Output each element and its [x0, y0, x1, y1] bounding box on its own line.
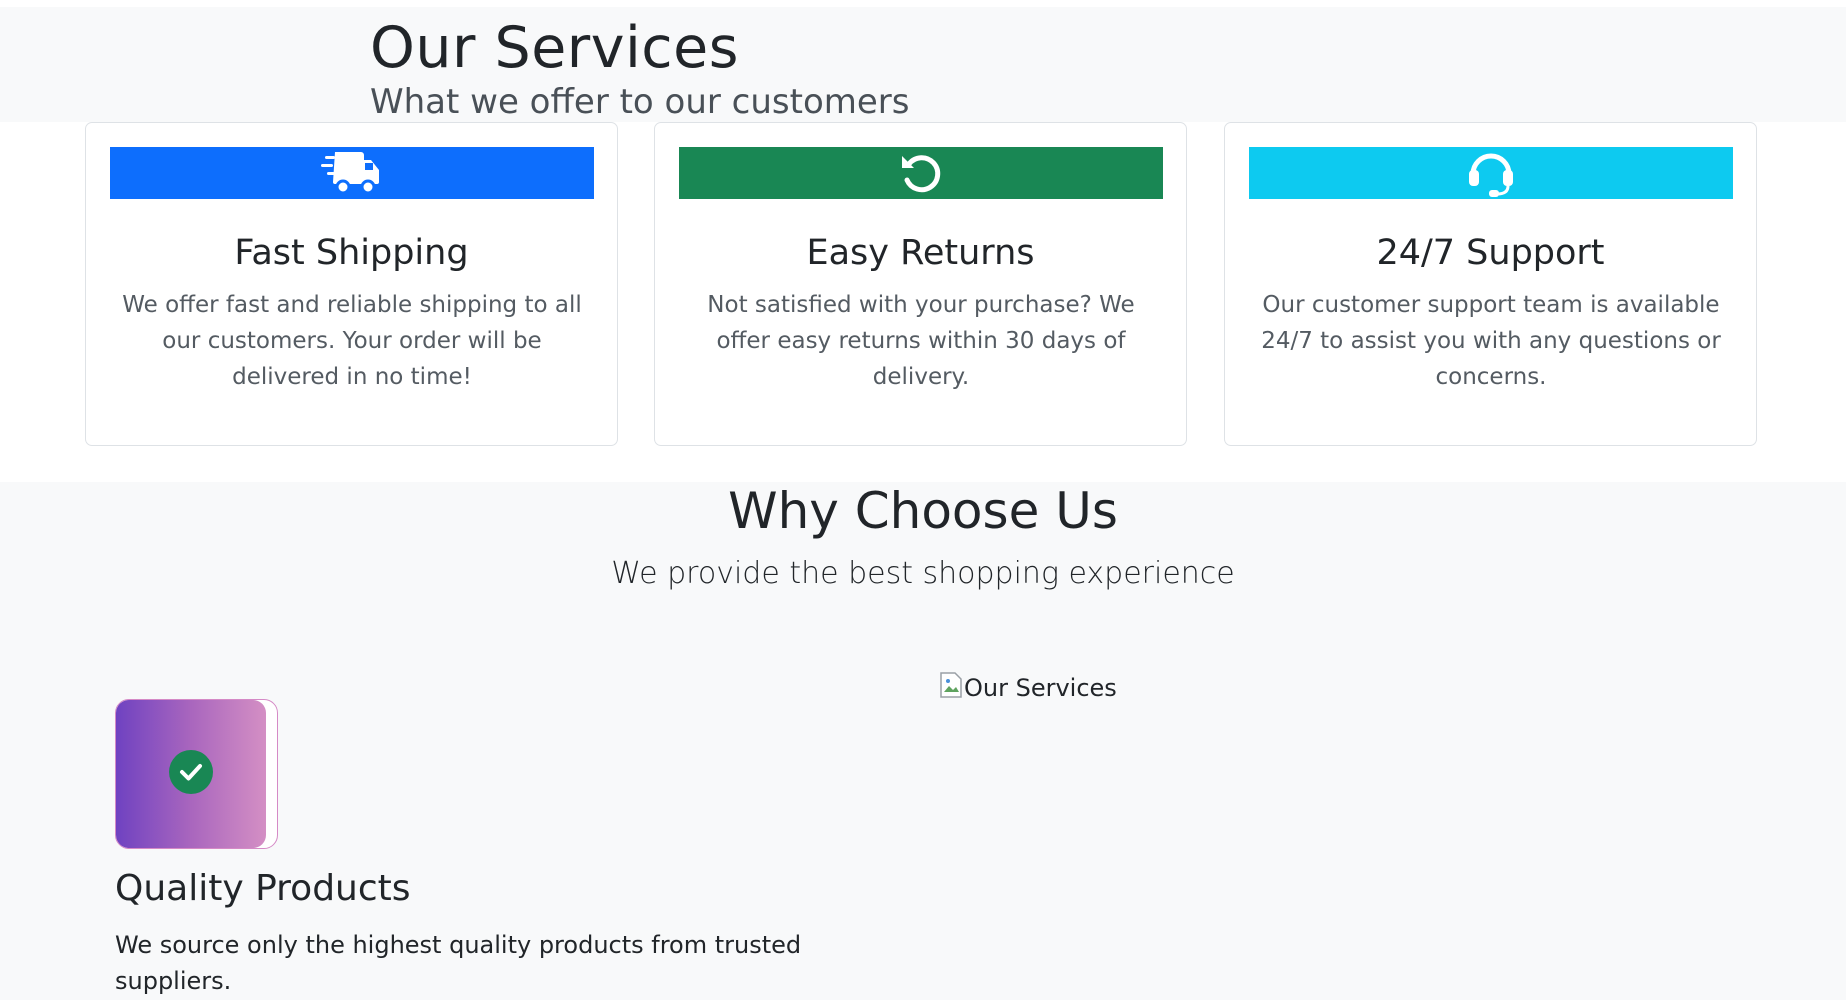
service-card-banner [679, 147, 1163, 199]
why-title: Why Choose Us [728, 482, 1118, 540]
image-alt-text: Our Services [964, 674, 1117, 702]
service-card-title: Fast Shipping [234, 233, 469, 273]
services-image: Our Services [940, 672, 1117, 704]
service-card-text: We offer fast and reliable shipping to a… [122, 292, 582, 390]
service-card-title: 24/7 Support [1376, 233, 1605, 273]
service-card-fast-shipping: Fast Shipping We offer fast and reliable… [85, 122, 618, 446]
check-circle-icon [168, 749, 214, 799]
truck-fast-icon [321, 150, 383, 196]
service-card-banner [110, 147, 594, 199]
feature-icon-gradient [116, 700, 266, 848]
feature-title: Quality Products [115, 868, 411, 909]
service-card-banner [1249, 147, 1733, 199]
why-subtitle: We provide the best shopping experience [611, 556, 1235, 591]
services-title: Our Services [370, 15, 739, 81]
broken-image-icon [940, 672, 962, 704]
feature-text: We source only the highest quality produ… [115, 931, 802, 995]
service-card-support: 24/7 Support Our customer support team i… [1224, 122, 1757, 446]
headset-icon [1465, 148, 1517, 198]
service-card-text: Our customer support team is available 2… [1261, 292, 1721, 390]
services-subtitle: What we offer to our customers [370, 82, 910, 122]
feature-icon-box [115, 699, 278, 849]
service-card-text: Not satisfied with your purchase? We off… [707, 292, 1135, 390]
page: Our Services What we offer to our custom… [0, 0, 1846, 1000]
undo-icon [898, 150, 944, 196]
service-card-title: Easy Returns [806, 233, 1035, 273]
services-header: Our Services What we offer to our custom… [0, 7, 1846, 122]
why-choose-us-section: Why Choose Us We provide the best shoppi… [0, 482, 1846, 1000]
service-card-easy-returns: Easy Returns Not satisfied with your pur… [654, 122, 1187, 446]
